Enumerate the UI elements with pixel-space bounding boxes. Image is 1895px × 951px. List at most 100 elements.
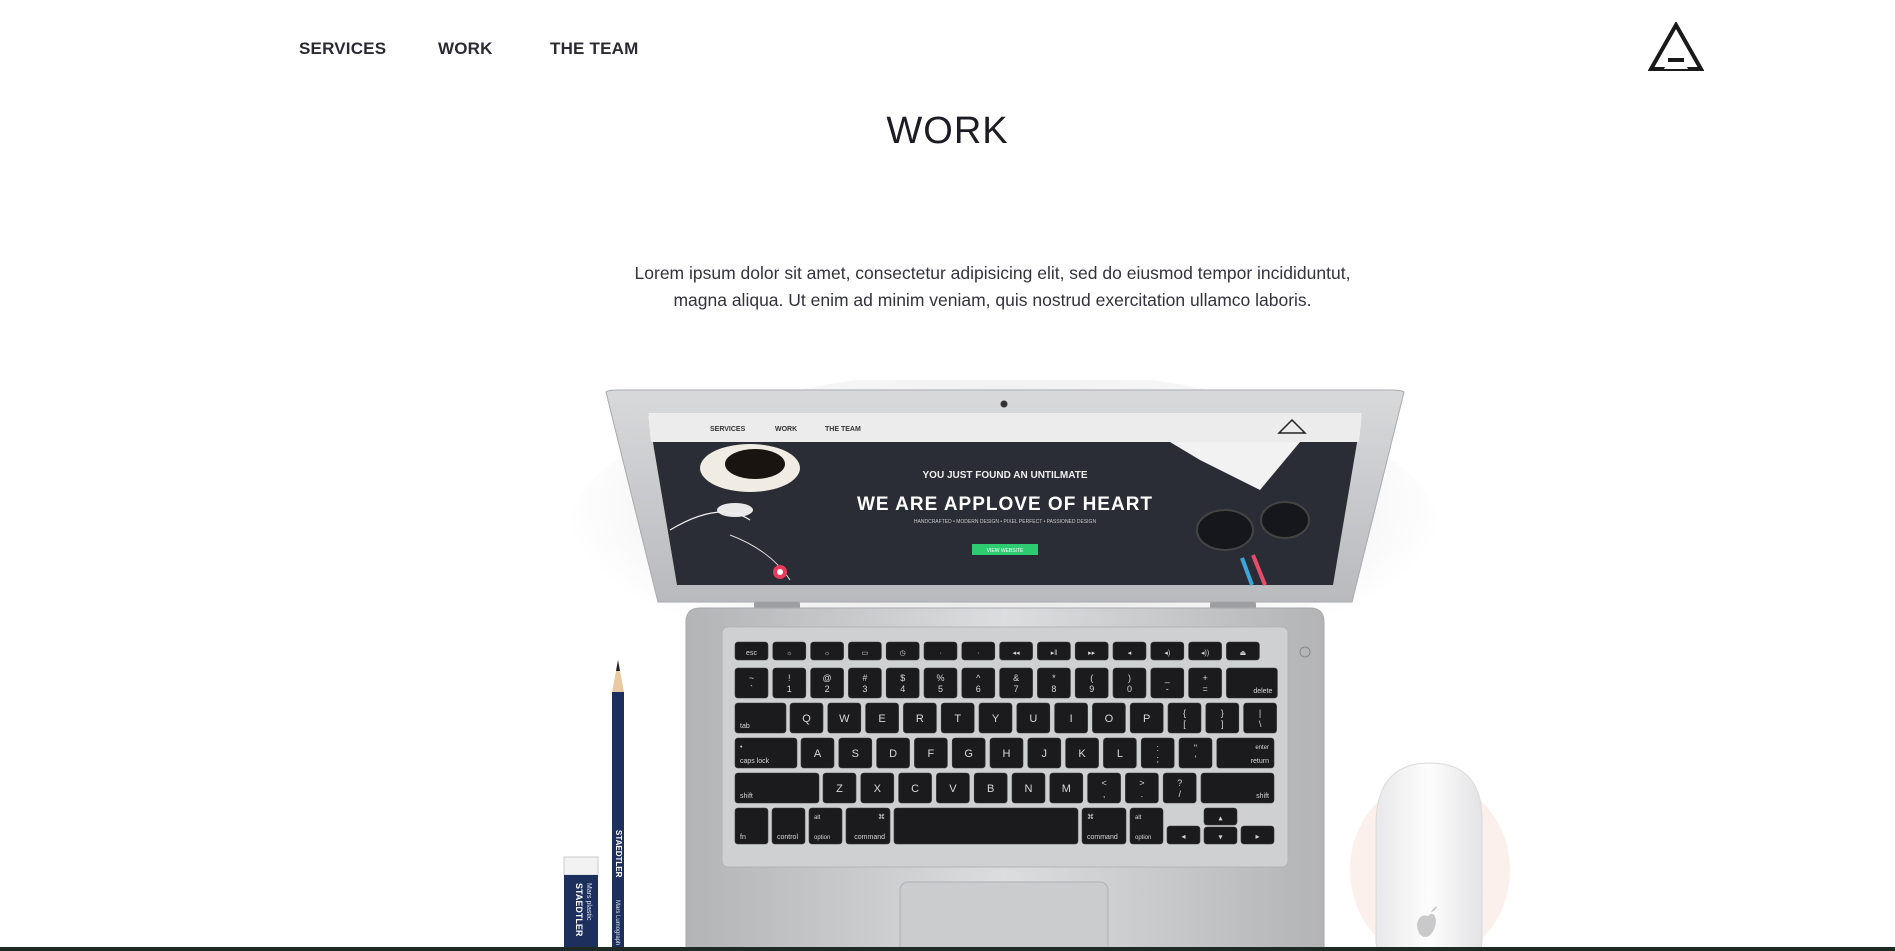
svg-text:): ) (1128, 673, 1131, 683)
key-c: C (898, 772, 932, 804)
key-fn-row-10: ◂ (1112, 641, 1147, 661)
svg-text:6: 6 (976, 684, 981, 694)
svg-text:◂: ◂ (1181, 832, 1185, 841)
svg-text:J: J (1042, 748, 1048, 760)
svg-text:▭: ▭ (862, 650, 869, 657)
svg-text:delete: delete (1253, 688, 1272, 695)
key-punct-1: "' (1178, 737, 1213, 769)
key-fn-row-12: ◂)) (1188, 641, 1222, 661)
key-g: G (951, 737, 986, 769)
key-space (893, 807, 1079, 845)
svg-text:+: + (1202, 673, 1207, 683)
key-num-7: &7 (999, 667, 1033, 699)
svg-text:D: D (889, 748, 897, 760)
key-num-12: += (1188, 667, 1222, 699)
key-num-4: $4 (885, 667, 920, 699)
svg-text:2: 2 (825, 684, 830, 694)
key-control: control (771, 807, 806, 845)
svg-text:enter: enter (1255, 745, 1269, 751)
svg-text:}: } (1221, 708, 1224, 718)
svg-text:·: · (939, 650, 941, 657)
key-e: E (865, 702, 899, 734)
key-x: X (860, 772, 895, 804)
svg-text:·: · (977, 650, 979, 657)
bottom-edge-bar (0, 947, 1895, 951)
svg-text:Z: Z (836, 783, 843, 795)
key-caps-lock: •caps lock (734, 737, 798, 769)
svg-text:alt: alt (1135, 815, 1142, 821)
key-fn-row-4: ◷ (885, 641, 920, 661)
key-j: J (1027, 737, 1062, 769)
key-fn-row-2: ☼ (810, 641, 844, 661)
svg-text:!: ! (788, 673, 791, 683)
key-num-9: (9 (1074, 667, 1109, 699)
svg-text:◂◂: ◂◂ (1013, 650, 1021, 657)
key-v: V (936, 772, 970, 804)
screen-nav-services: SERVICES (710, 426, 746, 433)
svg-text:tab: tab (740, 723, 750, 730)
laptop-screen: SERVICES WORK THE TEAM YOU JUST FOUND AN… (648, 413, 1362, 586)
svg-text:~: ~ (749, 673, 754, 683)
key-m: M (1049, 772, 1084, 804)
key-option-right: alt option (1129, 807, 1164, 845)
svg-text:▾: ▾ (1218, 833, 1222, 842)
svg-text:W: W (839, 713, 850, 725)
key-t: T (940, 702, 975, 734)
svg-text:_: _ (1164, 673, 1171, 683)
nav-link-the-team[interactable]: THE TEAM (550, 39, 638, 59)
trackpad (899, 881, 1109, 951)
svg-text:|: | (1259, 708, 1261, 718)
key-fn-row-1: ☼ (772, 641, 807, 661)
svg-text:⏏: ⏏ (1240, 650, 1247, 657)
key-shift-left: shift (734, 772, 820, 804)
svg-text:=: = (1202, 684, 1207, 694)
key-punct-z-2: ?/ (1162, 772, 1197, 804)
key-num-11: _- (1150, 667, 1185, 699)
svg-text:$: $ (900, 673, 905, 683)
key-arrow-right: ▸ (1240, 825, 1275, 845)
key-fn-row-7: ◂◂ (999, 641, 1033, 661)
key-arrow-down: ▾ (1203, 826, 1238, 845)
svg-text:command: command (1087, 834, 1118, 841)
key-tab: tab (734, 702, 787, 734)
key-f: F (914, 737, 948, 769)
key-p: P (1129, 702, 1164, 734)
magic-mouse[interactable] (1375, 762, 1483, 951)
lead-line-1: Lorem ipsum dolor sit amet, consectetur … (634, 263, 1351, 283)
key-delete: delete (1226, 667, 1278, 699)
svg-text:(: ( (1090, 673, 1093, 683)
key-punct-z-0: <, (1087, 772, 1121, 804)
key-y: Y (978, 702, 1013, 734)
key-shift-right: shift (1200, 772, 1275, 804)
svg-text:>: > (1139, 778, 1144, 788)
key-num-8: *8 (1037, 667, 1071, 699)
svg-text:A: A (814, 748, 822, 760)
svg-text:%: % (936, 673, 944, 683)
key-fn: fn (734, 807, 769, 845)
triangle-logo-icon[interactable] (1648, 22, 1704, 72)
key-u: U (1016, 702, 1051, 734)
nav-link-work[interactable]: WORK (438, 39, 493, 59)
svg-text:☼: ☼ (786, 650, 792, 657)
key-num-3: #3 (848, 667, 882, 699)
key-fn-row-9: ▸▸ (1074, 641, 1109, 661)
svg-text:@: @ (823, 673, 832, 683)
svg-text::: : (1156, 743, 1159, 753)
key-arrow-up: ▴ (1203, 807, 1238, 826)
svg-text:7: 7 (1014, 684, 1019, 694)
key-r: R (903, 702, 937, 734)
svg-text:I: I (1070, 713, 1073, 725)
svg-text:◂): ◂) (1164, 650, 1170, 657)
svg-text:&: & (1013, 673, 1019, 683)
svg-text:E: E (878, 713, 885, 725)
svg-text:0: 0 (1127, 684, 1132, 694)
svg-text:8: 8 (1051, 684, 1056, 694)
nav-link-services[interactable]: SERVICES (299, 39, 386, 59)
svg-text:⌘: ⌘ (1087, 813, 1094, 821)
key-w: W (827, 702, 862, 734)
eraser-model: Mars plastic (585, 883, 592, 921)
laptop-desk-scene: SERVICES WORK THE TEAM YOU JUST FOUND AN… (0, 380, 1895, 951)
svg-text:U: U (1029, 713, 1037, 725)
section-lead: Lorem ipsum dolor sit amet, consectetur … (600, 260, 1385, 314)
svg-text:1: 1 (787, 684, 792, 694)
